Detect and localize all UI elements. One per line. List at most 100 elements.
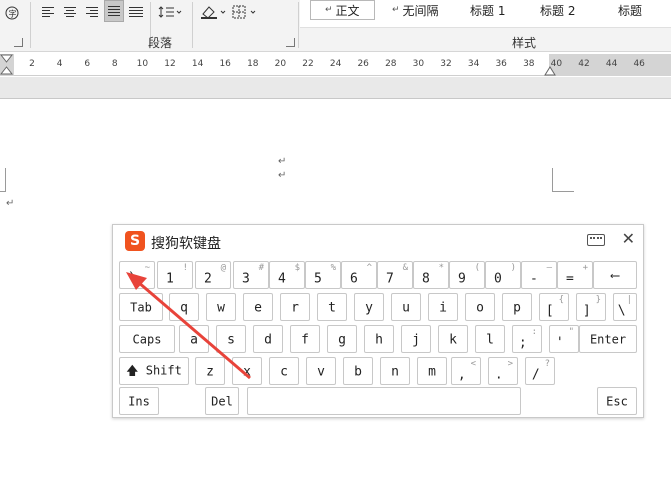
key-bottom-row-9[interactable]: . >: [488, 357, 518, 385]
key-number-row-9[interactable]: 9(: [449, 261, 485, 289]
key-label: Esc: [606, 394, 628, 409]
key-number-row-12[interactable]: = +: [557, 261, 593, 289]
align-left-icon[interactable]: [38, 1, 58, 23]
ruler-number: 20: [274, 59, 287, 69]
key-number-row-8[interactable]: 8 *: [413, 261, 449, 289]
key-label: -: [529, 271, 538, 287]
key-bottom-row-5[interactable]: b: [343, 357, 373, 385]
key-home-row-5[interactable]: g: [327, 325, 357, 353]
paragraph-dialog-launcher[interactable]: [286, 38, 295, 47]
key-label: ]: [582, 303, 591, 319]
key-top-letter-row-1[interactable]: q: [169, 293, 199, 321]
key-number-row-3[interactable]: 3 #: [233, 261, 269, 289]
style-no-spacing[interactable]: ↵ 无间隔: [392, 0, 439, 20]
key-number-row-2[interactable]: 2 @: [195, 261, 231, 289]
line-spacing-icon[interactable]: [156, 1, 184, 23]
key-number-row-10[interactable]: 0): [485, 261, 521, 289]
style-normal[interactable]: ↵ 正文: [310, 0, 375, 20]
ruler-number: 12: [164, 59, 176, 69]
key-label: h: [375, 332, 383, 348]
key-top-letter-row-2[interactable]: w: [206, 293, 236, 321]
key-top-letter-row-8[interactable]: i: [428, 293, 458, 321]
style-title[interactable]: 标题: [618, 0, 642, 20]
key-number-row-13[interactable]: ⟵: [593, 261, 637, 289]
key-label: 6: [349, 271, 358, 287]
ruler-number: 4: [56, 59, 63, 69]
key-number-row-11[interactable]: - —: [521, 261, 557, 289]
key-shift-label: !: [182, 263, 188, 273]
key-number-row-0[interactable]: ` ~: [119, 261, 155, 289]
key-home-row-3[interactable]: d: [253, 325, 283, 353]
close-icon[interactable]: ✕: [622, 229, 635, 248]
key-top-letter-row-4[interactable]: r: [280, 293, 310, 321]
key-space-row-2[interactable]: [247, 387, 521, 415]
key-home-row-6[interactable]: h: [364, 325, 394, 353]
key-top-letter-row-11[interactable]: [{: [539, 293, 569, 321]
key-number-row-7[interactable]: 7 &: [377, 261, 413, 289]
key-label: 🡅 Shift: [126, 363, 182, 378]
key-top-letter-row-12[interactable]: ]}: [576, 293, 606, 321]
key-bottom-row-10[interactable]: /?: [525, 357, 555, 385]
key-bottom-row-1[interactable]: z: [195, 357, 225, 385]
key-bottom-row-7[interactable]: m: [417, 357, 447, 385]
key-top-letter-row-9[interactable]: o: [465, 293, 495, 321]
key-home-row-12[interactable]: Enter: [579, 325, 637, 353]
key-bottom-row-0[interactable]: 🡅 Shift: [119, 357, 189, 385]
distributed-icon[interactable]: [126, 1, 146, 23]
key-space-row-0[interactable]: Ins: [119, 387, 159, 415]
ruler-number: 44: [605, 59, 618, 69]
horizontal-ruler[interactable]: 2 4 6 8 10 12 14 16 18 20 22 24 26 28 30 32 34 36 38 40 42 44…: [0, 54, 671, 76]
key-home-row-1[interactable]: a: [179, 325, 209, 353]
align-right-icon[interactable]: [82, 1, 102, 23]
key-label: 4: [277, 271, 286, 287]
key-shift-label: }: [595, 295, 601, 305]
key-label: 2: [203, 271, 212, 287]
key-top-letter-row-0[interactable]: Tab: [119, 293, 163, 321]
key-home-row-10[interactable]: ;:: [512, 325, 542, 353]
key-top-letter-row-5[interactable]: t: [317, 293, 347, 321]
borders-icon[interactable]: [230, 1, 260, 23]
key-home-row-8[interactable]: k: [438, 325, 468, 353]
key-shift-label: @: [220, 263, 226, 273]
key-number-row-4[interactable]: 4 $: [269, 261, 305, 289]
key-label: 9: [457, 271, 466, 287]
key-bottom-row-6[interactable]: n: [380, 357, 410, 385]
key-home-row-2[interactable]: s: [216, 325, 246, 353]
align-center-icon[interactable]: [60, 1, 80, 23]
styles-gallery: ↵ 正文 ↵ 无间隔 标题 1 标题 2 标题: [300, 0, 671, 28]
key-home-row-0[interactable]: Caps: [119, 325, 175, 353]
key-label: d: [264, 332, 272, 348]
keyboard-switch-icon[interactable]: [587, 234, 605, 246]
key-space-row-3[interactable]: Esc: [597, 387, 637, 415]
key-number-row-1[interactable]: 1!: [157, 261, 193, 289]
key-top-letter-row-7[interactable]: u: [391, 293, 421, 321]
font-dialog-launcher[interactable]: [14, 38, 23, 47]
key-shift-label: #: [258, 263, 264, 273]
justify-icon[interactable]: [104, 0, 124, 22]
key-top-letter-row-13[interactable]: \ |: [613, 293, 637, 321]
font-circle-icon[interactable]: 字: [2, 2, 22, 24]
key-top-letter-row-3[interactable]: e: [243, 293, 273, 321]
key-bottom-row-3[interactable]: c: [269, 357, 299, 385]
key-space-row-1[interactable]: Del: [205, 387, 239, 415]
sogou-soft-keyboard: S 搜狗软键盘 ✕ ` ~1! 2 @3 #4 $5% 6 ^ 7 & 8 * 9(0) - — = + ⟵ Tab…: [112, 224, 644, 418]
shading-icon[interactable]: [198, 1, 228, 23]
key-label: f: [301, 332, 309, 348]
key-bottom-row-2[interactable]: x: [232, 357, 262, 385]
key-top-letter-row-6[interactable]: y: [354, 293, 384, 321]
key-label: .: [494, 367, 503, 383]
style-heading1[interactable]: 标题 1: [470, 0, 505, 20]
key-shift-label: ): [510, 263, 516, 273]
style-heading2[interactable]: 标题 2: [540, 0, 575, 20]
key-home-row-11[interactable]: ' ": [549, 325, 579, 353]
key-top-letter-row-10[interactable]: p: [502, 293, 532, 321]
key-home-row-4[interactable]: f: [290, 325, 320, 353]
key-number-row-5[interactable]: 5%: [305, 261, 341, 289]
key-home-row-9[interactable]: l: [475, 325, 505, 353]
key-number-row-6[interactable]: 6 ^: [341, 261, 377, 289]
key-home-row-7[interactable]: j: [401, 325, 431, 353]
key-bottom-row-8[interactable]: , <: [451, 357, 481, 385]
indent-marker-icon[interactable]: [0, 54, 14, 76]
key-bottom-row-4[interactable]: v: [306, 357, 336, 385]
key-label: ⟵: [611, 268, 619, 284]
